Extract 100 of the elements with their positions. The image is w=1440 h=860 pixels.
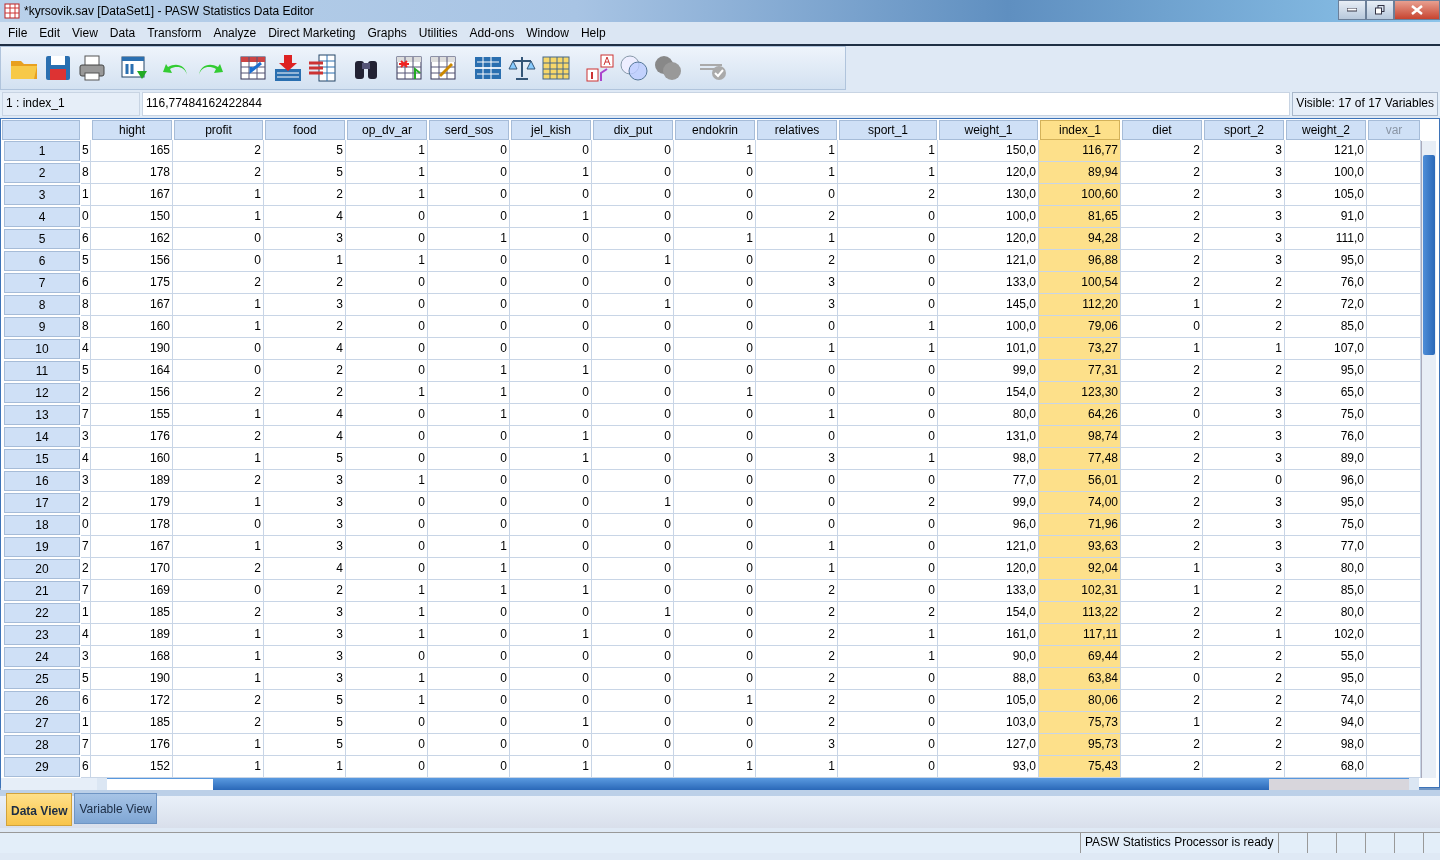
column-header[interactable]: op_dv_ar: [347, 120, 427, 140]
table-cell: 0: [674, 272, 756, 294]
row-header[interactable]: 29: [4, 757, 80, 777]
table-cell: 0: [510, 382, 592, 404]
row-header[interactable]: 16: [4, 471, 80, 491]
view-tab[interactable]: Data View: [6, 793, 73, 826]
row-header[interactable]: 21: [4, 581, 80, 601]
table-cell: 0: [510, 338, 592, 360]
row-header[interactable]: 22: [4, 603, 80, 623]
row-header[interactable]: 10: [4, 339, 80, 359]
row-header[interactable]: 14: [4, 427, 80, 447]
column-header[interactable]: sport_2: [1204, 120, 1284, 140]
column-header[interactable]: diet: [1122, 120, 1202, 140]
row-header[interactable]: 28: [4, 735, 80, 755]
menu-item[interactable]: Graphs: [361, 26, 413, 40]
row-header[interactable]: 26: [4, 691, 80, 711]
row-header[interactable]: 18: [4, 515, 80, 535]
table-cell: 64,26: [1039, 404, 1121, 426]
view-tab[interactable]: Variable View: [74, 793, 157, 824]
table-cell: 0: [674, 184, 756, 206]
table-cell: 1: [510, 712, 592, 734]
table-cell: 0: [510, 536, 592, 558]
column-header[interactable]: endokrin: [675, 120, 755, 140]
menu-item[interactable]: Add-ons: [463, 26, 521, 40]
table-cell: 0: [838, 580, 938, 602]
table-cell: 0: [510, 272, 592, 294]
row-header[interactable]: 2: [4, 163, 80, 183]
table-cell: 0: [428, 470, 510, 492]
table-cell: 3: [81, 426, 91, 448]
row-header[interactable]: 15: [4, 449, 80, 469]
table-cell: 0: [592, 360, 674, 382]
close-button[interactable]: [1394, 0, 1440, 20]
table-cell: 3: [756, 294, 838, 316]
column-header[interactable]: hight: [92, 120, 172, 140]
value-label-icon[interactable]: [583, 51, 617, 85]
row-header[interactable]: 23: [4, 625, 80, 645]
table-cell: 0: [346, 404, 428, 426]
column-header[interactable]: jel_kish: [511, 120, 591, 140]
table-cell: 2: [264, 184, 346, 206]
cell-value-field[interactable]: 116,77484162422844: [142, 92, 1291, 116]
table-cell: 0: [81, 206, 91, 228]
table-cell: 123,30: [1039, 382, 1121, 404]
row-header[interactable]: 17: [4, 493, 80, 513]
table-cell: 1: [510, 448, 592, 470]
row-header[interactable]: 12: [4, 383, 80, 403]
row-header[interactable]: 6: [4, 251, 80, 271]
table-cell: 81,65: [1039, 206, 1121, 228]
table-cell: 0: [428, 250, 510, 272]
menu-item[interactable]: View: [66, 26, 104, 40]
restore-button[interactable]: [1366, 0, 1394, 20]
column-header[interactable]: dix_put: [593, 120, 673, 140]
row-header[interactable]: 27: [4, 713, 80, 733]
row-header[interactable]: 25: [4, 669, 80, 689]
row-header[interactable]: 1: [4, 141, 80, 161]
horizontal-scrollbar[interactable]: [97, 778, 1419, 790]
column-header[interactable]: relatives: [757, 120, 837, 140]
menu-item[interactable]: Direct Marketing: [262, 26, 362, 40]
table-cell: 156: [91, 382, 173, 404]
menu-item[interactable]: Edit: [33, 26, 67, 40]
column-header[interactable]: food: [265, 120, 345, 140]
row-header[interactable]: 24: [4, 647, 80, 667]
table-cell: 92,04: [1039, 558, 1121, 580]
table-cell: 165: [91, 140, 173, 162]
table-cell: 4: [264, 426, 346, 448]
column-header[interactable]: weight_1: [939, 120, 1038, 140]
menu-item[interactable]: File: [2, 26, 34, 40]
row-header[interactable]: 3: [4, 185, 80, 205]
row-header[interactable]: 11: [4, 361, 80, 381]
menu-item[interactable]: Transform: [141, 26, 208, 40]
row-header[interactable]: 20: [4, 559, 80, 579]
table-cell: 179: [91, 492, 173, 514]
table-cell: 2: [173, 602, 264, 624]
menu-item[interactable]: Window: [520, 26, 575, 40]
row-header[interactable]: 8: [4, 295, 80, 315]
table-cell: 4: [81, 624, 91, 646]
column-header[interactable]: profit: [174, 120, 263, 140]
table-cell: 3: [264, 668, 346, 690]
row-header[interactable]: 4: [4, 207, 80, 227]
row-header[interactable]: 13: [4, 405, 80, 425]
corner-cell[interactable]: [2, 120, 80, 140]
row-header[interactable]: 19: [4, 537, 80, 557]
table-cell: 0: [674, 294, 756, 316]
table-cell: 8: [81, 316, 91, 338]
menu-item[interactable]: Help: [574, 26, 612, 40]
row-header[interactable]: 9: [4, 317, 80, 337]
row-header[interactable]: 5: [4, 229, 80, 249]
table-cell: 2: [1203, 272, 1285, 294]
column-header[interactable]: sport_1: [839, 120, 937, 140]
column-header[interactable]: index_1: [1040, 120, 1120, 140]
status-message: PASW Statistics Processor is ready: [1081, 833, 1279, 853]
menu-item[interactable]: Analyze: [207, 26, 263, 40]
table-cell: 0: [346, 558, 428, 580]
row-header[interactable]: 7: [4, 273, 80, 293]
menu-item[interactable]: Data: [103, 26, 142, 40]
column-header[interactable]: weight_2: [1286, 120, 1366, 140]
table-cell: 2: [81, 558, 91, 580]
menu-item[interactable]: Utilities: [412, 26, 464, 40]
table-cell: 3: [264, 646, 346, 668]
column-header[interactable]: serd_sos: [429, 120, 509, 140]
vertical-scrollbar[interactable]: [1421, 141, 1436, 778]
